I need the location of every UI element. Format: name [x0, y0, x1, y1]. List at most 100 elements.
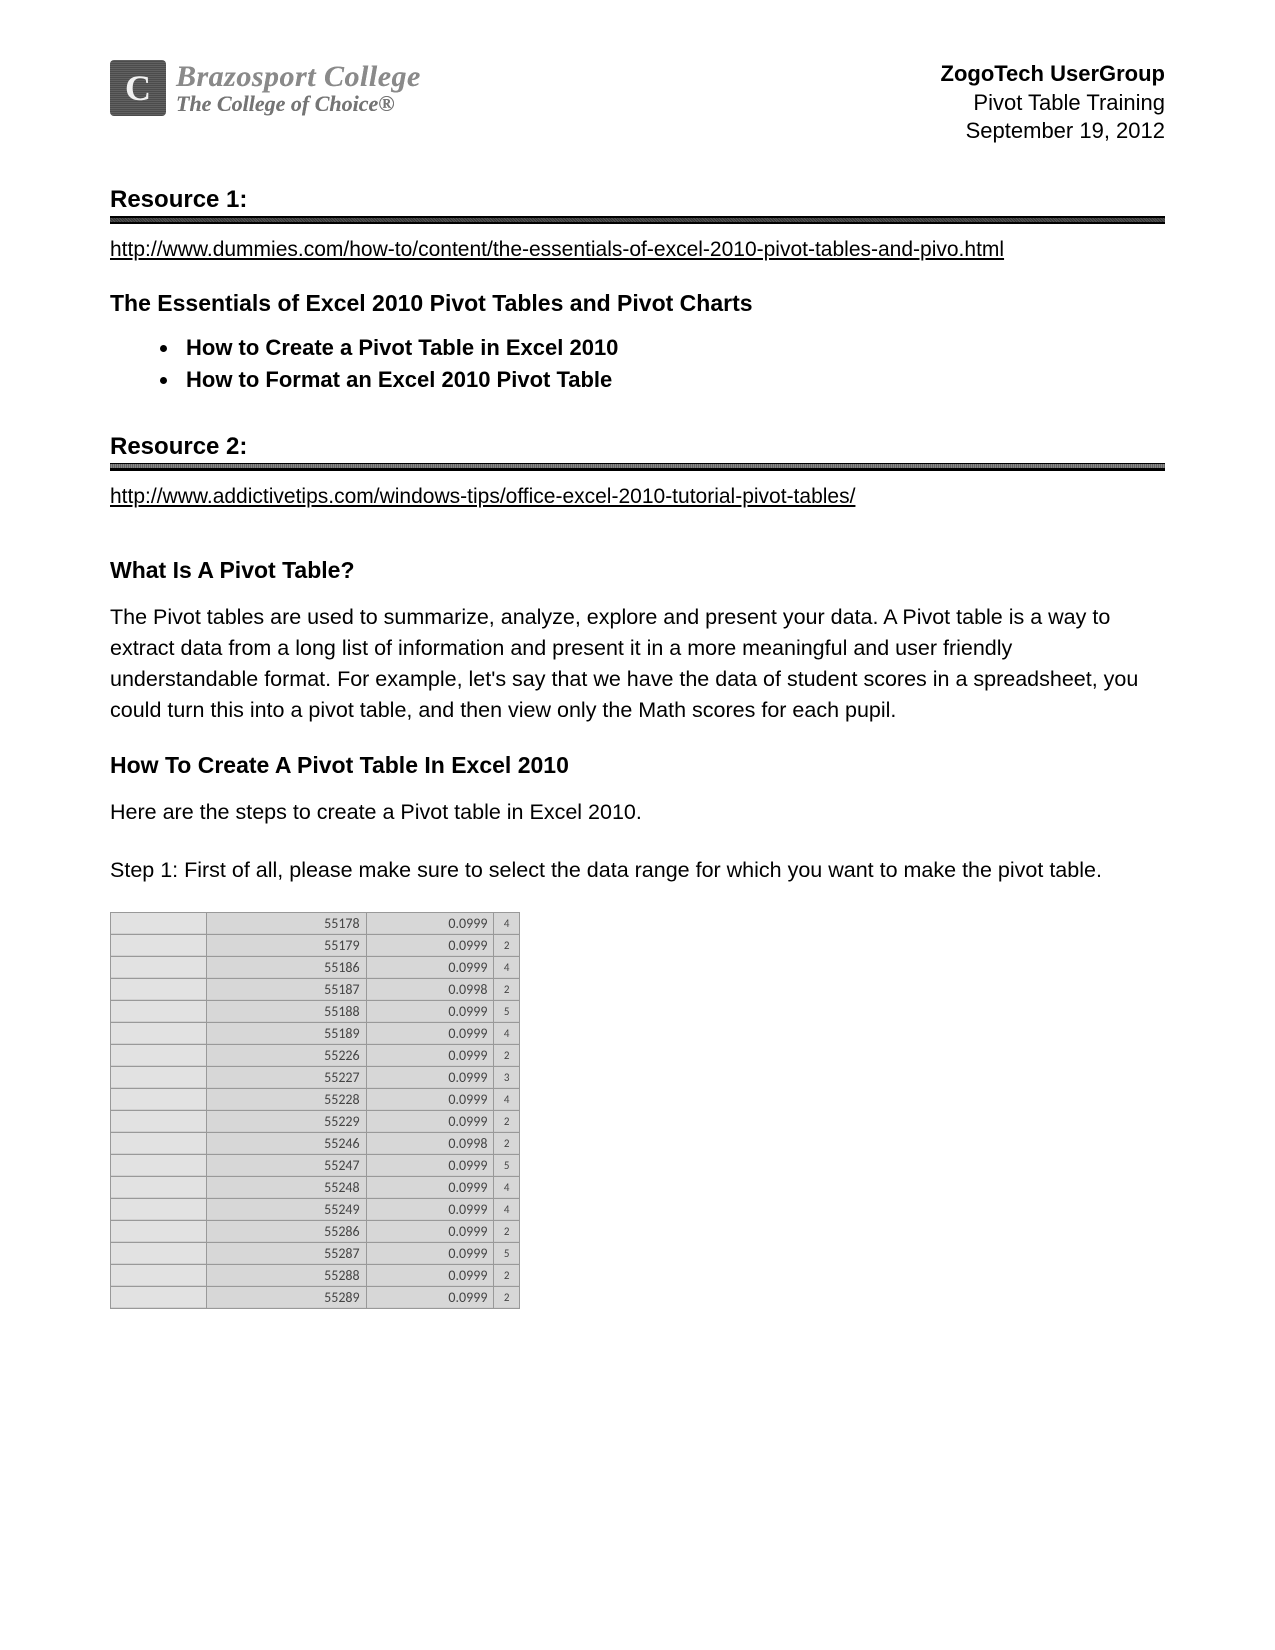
table-cell: 2: [494, 978, 520, 1000]
table-cell: 55249: [206, 1198, 366, 1220]
table-cell: 0.0998: [366, 1132, 494, 1154]
table-cell: 0.0999: [366, 934, 494, 956]
table-cell: 2: [494, 1110, 520, 1132]
table-cell: 0.0999: [366, 956, 494, 978]
resource2-label: Resource 2:: [110, 433, 1165, 461]
step1-text: Step 1: First of all, please make sure t…: [110, 855, 1165, 886]
table-cell: 4: [494, 1022, 520, 1044]
table-cell: 4: [494, 912, 520, 934]
table-cell: [111, 1044, 207, 1066]
header-title: ZogoTech UserGroup: [941, 60, 1166, 89]
table-cell: 4: [494, 1198, 520, 1220]
table-cell: 0.0999: [366, 1044, 494, 1066]
table-cell: 4: [494, 1088, 520, 1110]
resource1-bullets: How to Create a Pivot Table in Excel 201…: [180, 335, 1165, 393]
table-cell: 5: [494, 1154, 520, 1176]
table-cell: 2: [494, 1220, 520, 1242]
table-cell: [111, 1242, 207, 1264]
table-cell: 55179: [206, 934, 366, 956]
header-right: ZogoTech UserGroup Pivot Table Training …: [941, 60, 1166, 146]
divider-2: [110, 463, 1165, 471]
how-to-heading: How To Create A Pivot Table In Excel 201…: [110, 752, 1165, 779]
table-cell: 55289: [206, 1286, 366, 1308]
logo-text-line1: Brazosport College: [176, 61, 421, 93]
table-row: 552270.09993: [111, 1066, 520, 1088]
resource1-label: Resource 1:: [110, 186, 1165, 214]
bullet-item: How to Create a Pivot Table in Excel 201…: [180, 335, 1165, 361]
table-cell: [111, 1286, 207, 1308]
table-row: 552860.09992: [111, 1220, 520, 1242]
table-row: 551780.09994: [111, 912, 520, 934]
table-cell: 4: [494, 956, 520, 978]
table-cell: 0.0999: [366, 1088, 494, 1110]
table-cell: 0.0999: [366, 1220, 494, 1242]
table-row: 551880.09995: [111, 1000, 520, 1022]
table-cell: 55288: [206, 1264, 366, 1286]
table-cell: 55187: [206, 978, 366, 1000]
table-row: 552260.09992: [111, 1044, 520, 1066]
table-cell: [111, 1088, 207, 1110]
table-cell: 2: [494, 1132, 520, 1154]
table-cell: 0.0999: [366, 1022, 494, 1044]
table-row: 552870.09995: [111, 1242, 520, 1264]
resource2-link[interactable]: http://www.addictivetips.com/windows-tip…: [110, 485, 855, 509]
table-cell: [111, 1022, 207, 1044]
logo-icon: [110, 60, 166, 116]
table-row: 552290.09992: [111, 1110, 520, 1132]
how-to-intro: Here are the steps to create a Pivot tab…: [110, 797, 1165, 828]
table-cell: 3: [494, 1066, 520, 1088]
table-cell: [111, 912, 207, 934]
table-cell: [111, 978, 207, 1000]
table-cell: 55228: [206, 1088, 366, 1110]
table-row: 551890.09994: [111, 1022, 520, 1044]
table-cell: [111, 1264, 207, 1286]
resource1-heading: The Essentials of Excel 2010 Pivot Table…: [110, 290, 1165, 317]
table-cell: 5: [494, 1242, 520, 1264]
table-cell: 0.0999: [366, 912, 494, 934]
table-cell: 4: [494, 1176, 520, 1198]
table-cell: 55229: [206, 1110, 366, 1132]
logo-text-line2: The College of Choice®: [176, 92, 421, 115]
table-cell: 55189: [206, 1022, 366, 1044]
resource1-link[interactable]: http://www.dummies.com/how-to/content/th…: [110, 238, 1004, 262]
table-cell: [111, 956, 207, 978]
table-cell: [111, 1132, 207, 1154]
table-row: 552280.09994: [111, 1088, 520, 1110]
table-row: 552460.09982: [111, 1132, 520, 1154]
table-row: 551870.09982: [111, 978, 520, 1000]
table-cell: 0.0999: [366, 1286, 494, 1308]
excel-screenshot: 551780.09994551790.09992551860.099945518…: [110, 912, 520, 1309]
header-date: September 19, 2012: [941, 117, 1166, 146]
bullet-item: How to Format an Excel 2010 Pivot Table: [180, 367, 1165, 393]
header-subtitle: Pivot Table Training: [941, 89, 1166, 118]
table-cell: 55247: [206, 1154, 366, 1176]
table-cell: 0.0999: [366, 1066, 494, 1088]
table-row: 552880.09992: [111, 1264, 520, 1286]
table-cell: 0.0999: [366, 1110, 494, 1132]
table-cell: 55226: [206, 1044, 366, 1066]
table-cell: 0.0999: [366, 1176, 494, 1198]
table-row: 551790.09992: [111, 934, 520, 956]
table-row: 552490.09994: [111, 1198, 520, 1220]
table-cell: 55188: [206, 1000, 366, 1022]
table-cell: 55287: [206, 1242, 366, 1264]
table-cell: [111, 1066, 207, 1088]
table-cell: 2: [494, 1044, 520, 1066]
table-cell: 55186: [206, 956, 366, 978]
table-cell: 2: [494, 934, 520, 956]
table-cell: 55227: [206, 1066, 366, 1088]
table-cell: 55246: [206, 1132, 366, 1154]
table-cell: [111, 1110, 207, 1132]
what-is-heading: What Is A Pivot Table?: [110, 557, 1165, 584]
table-row: 551860.09994: [111, 956, 520, 978]
table-cell: 0.0998: [366, 978, 494, 1000]
table-cell: 0.0999: [366, 1154, 494, 1176]
table-cell: 0.0999: [366, 1000, 494, 1022]
table-row: 552890.09992: [111, 1286, 520, 1308]
college-logo: Brazosport College The College of Choice…: [110, 60, 421, 116]
divider-1: [110, 216, 1165, 224]
table-cell: [111, 934, 207, 956]
table-cell: 55178: [206, 912, 366, 934]
table-cell: 55286: [206, 1220, 366, 1242]
table-cell: 0.0999: [366, 1242, 494, 1264]
